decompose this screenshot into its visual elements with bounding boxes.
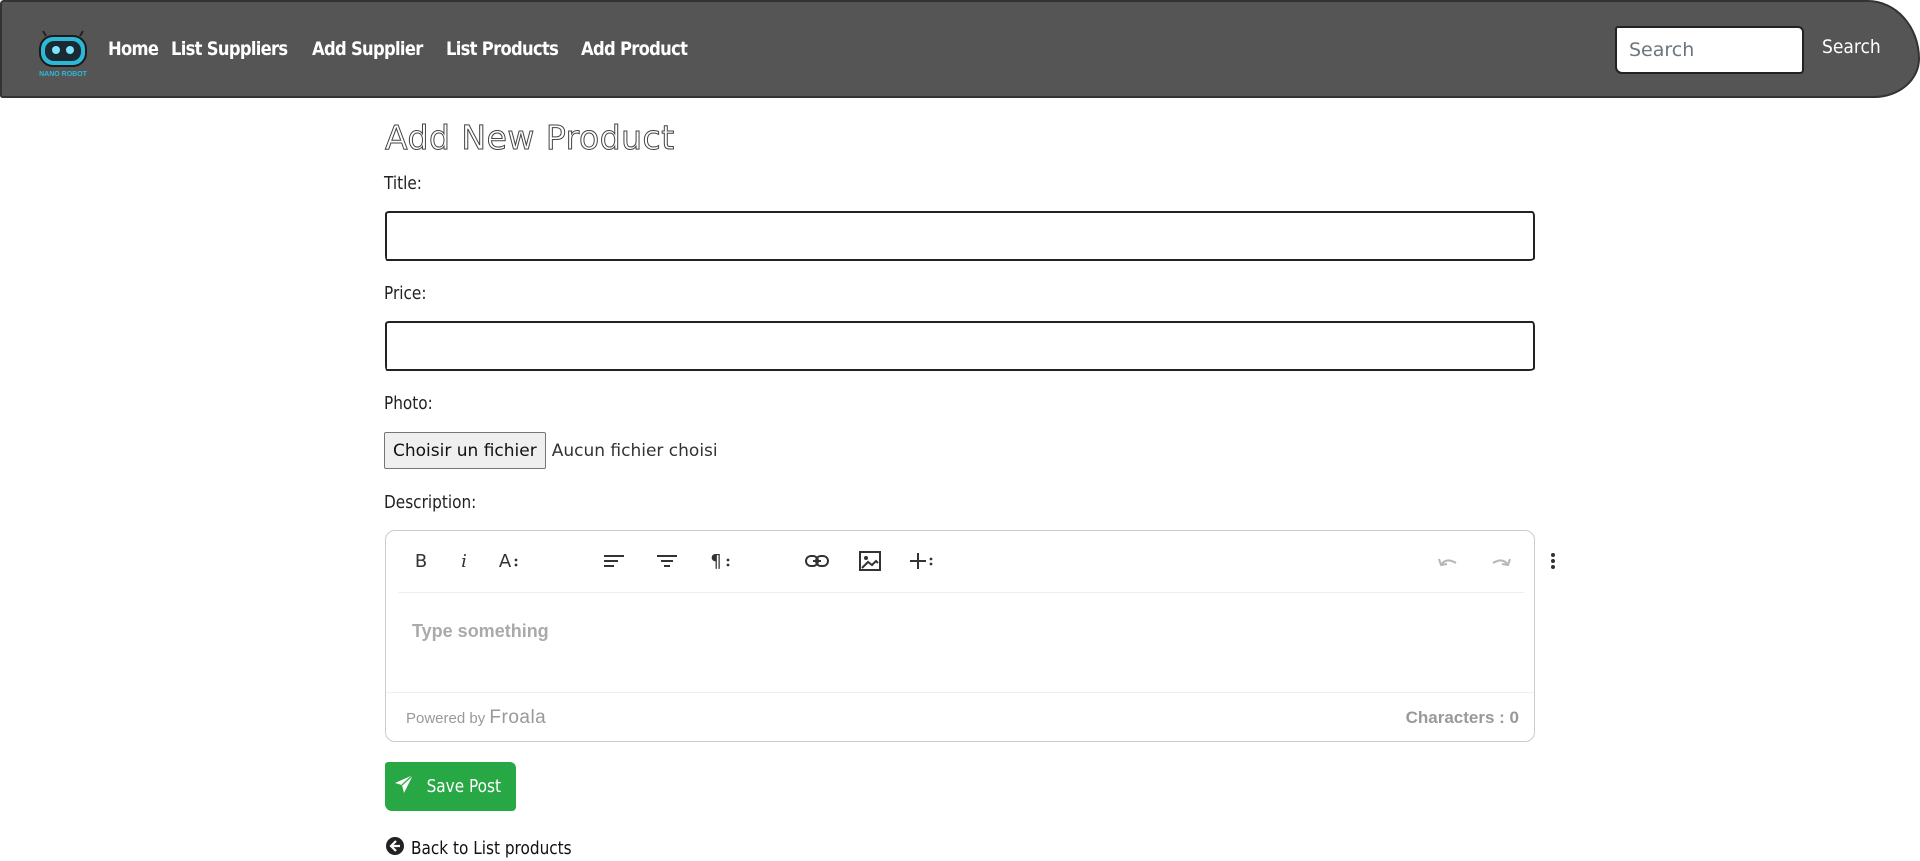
- align-left-icon[interactable]: [596, 545, 632, 577]
- nano-robot-logo[interactable]: NANO ROBOT: [34, 30, 92, 78]
- title-input[interactable]: [385, 211, 1535, 261]
- link-icon[interactable]: [799, 545, 835, 577]
- redo-icon[interactable]: [1483, 545, 1519, 577]
- froala-brand: Froala: [489, 707, 547, 728]
- image-icon[interactable]: [852, 545, 888, 577]
- page-title: Add New Product: [385, 118, 675, 158]
- description-label: Description:: [384, 492, 477, 513]
- svg-text:A: A: [499, 551, 512, 572]
- nav-home[interactable]: Home: [108, 38, 159, 60]
- back-to-list-link[interactable]: Back to List products: [385, 836, 600, 861]
- rich-text-editor: B i A ¶ Type something Powered by Froala…: [385, 530, 1555, 742]
- svg-text:NANO ROBOT: NANO ROBOT: [39, 71, 88, 78]
- file-status: Aucun fichier choisi: [551, 440, 718, 461]
- nav-add-supplier[interactable]: Add Supplier: [312, 38, 423, 60]
- arrow-circle-left-icon: [385, 836, 405, 861]
- photo-label: Photo:: [384, 393, 433, 414]
- bold-icon[interactable]: B: [403, 545, 439, 577]
- svg-text:i: i: [461, 551, 467, 571]
- powered-by-text: Powered by: [406, 710, 486, 727]
- nav-list-suppliers[interactable]: List Suppliers: [171, 38, 288, 60]
- file-input: Choisir un fichier Aucun fichier choisi: [384, 432, 718, 469]
- choose-file-button[interactable]: Choisir un fichier: [384, 432, 546, 469]
- save-post-button[interactable]: Save Post: [385, 762, 516, 811]
- editor-toolbar: B i A ¶: [386, 531, 1555, 592]
- paragraph-format-icon[interactable]: ¶: [702, 545, 738, 577]
- svg-text:¶: ¶: [710, 551, 721, 572]
- search-button[interactable]: Search: [1822, 36, 1881, 58]
- editor-footer: Powered by Froala Characters : 0: [386, 692, 1534, 742]
- more-insert-icon[interactable]: [904, 545, 940, 577]
- price-label: Price:: [384, 283, 427, 304]
- nav-add-product[interactable]: Add Product: [581, 38, 688, 60]
- search-input[interactable]: [1615, 26, 1804, 74]
- undo-icon[interactable]: [1430, 545, 1466, 577]
- editor-content-area[interactable]: Type something: [386, 593, 1534, 692]
- editor-placeholder: Type something: [412, 621, 549, 641]
- back-link-label: Back to List products: [411, 838, 572, 859]
- more-options-icon[interactable]: [1535, 545, 1571, 577]
- nav-list-products[interactable]: List Products: [446, 38, 559, 60]
- character-count: Characters : 0: [1405, 708, 1519, 727]
- price-input[interactable]: [385, 321, 1535, 371]
- text-format-icon[interactable]: A: [490, 545, 526, 577]
- save-post-label: Save Post: [426, 776, 501, 797]
- align-center-icon[interactable]: [649, 545, 685, 577]
- italic-icon[interactable]: i: [446, 545, 482, 577]
- paper-plane-icon: [394, 774, 414, 799]
- nav-links: Home List Suppliers Add Supplier List Pr…: [108, 38, 690, 60]
- powered-by[interactable]: Powered by Froala: [406, 707, 546, 729]
- navbar: NANO ROBOT Home List Suppliers Add Suppl…: [0, 0, 1920, 98]
- title-label: Title:: [384, 173, 422, 194]
- svg-text:B: B: [415, 551, 427, 571]
